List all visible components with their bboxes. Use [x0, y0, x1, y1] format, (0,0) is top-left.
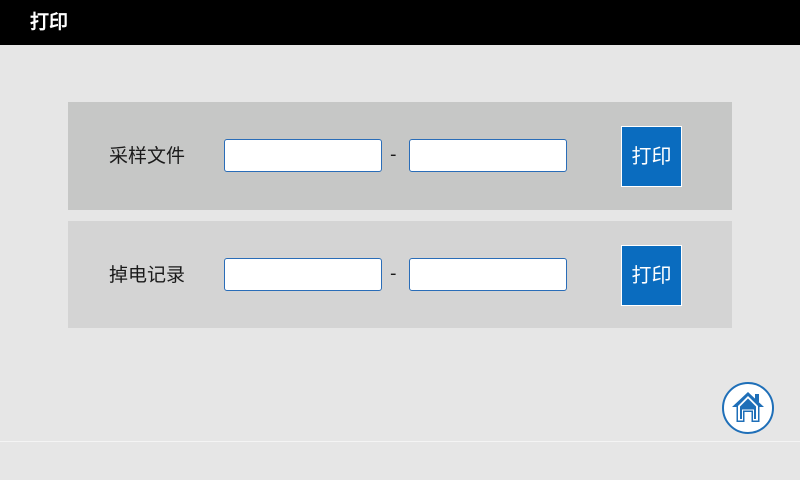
sampling-file-label: 采样文件 — [109, 145, 186, 167]
sampling-file-panel: 采样文件 - 打印 — [68, 102, 732, 210]
power-loss-record-from-input[interactable] — [224, 258, 382, 291]
range-separator: - — [390, 263, 397, 284]
home-button[interactable] — [722, 382, 774, 434]
sampling-file-from-input[interactable] — [224, 139, 382, 172]
range-separator: - — [390, 144, 397, 165]
home-icon — [732, 392, 764, 422]
bottom-divider — [0, 441, 800, 442]
sampling-file-to-input[interactable] — [409, 139, 567, 172]
page-title: 打印 — [30, 11, 69, 33]
power-loss-record-panel: 掉电记录 - 打印 — [68, 221, 732, 328]
title-bar: 打印 — [0, 0, 800, 45]
power-loss-record-to-input[interactable] — [409, 258, 567, 291]
power-loss-record-label: 掉电记录 — [109, 264, 186, 286]
sampling-file-print-button[interactable]: 打印 — [621, 126, 682, 187]
power-loss-record-print-button[interactable]: 打印 — [621, 245, 682, 306]
